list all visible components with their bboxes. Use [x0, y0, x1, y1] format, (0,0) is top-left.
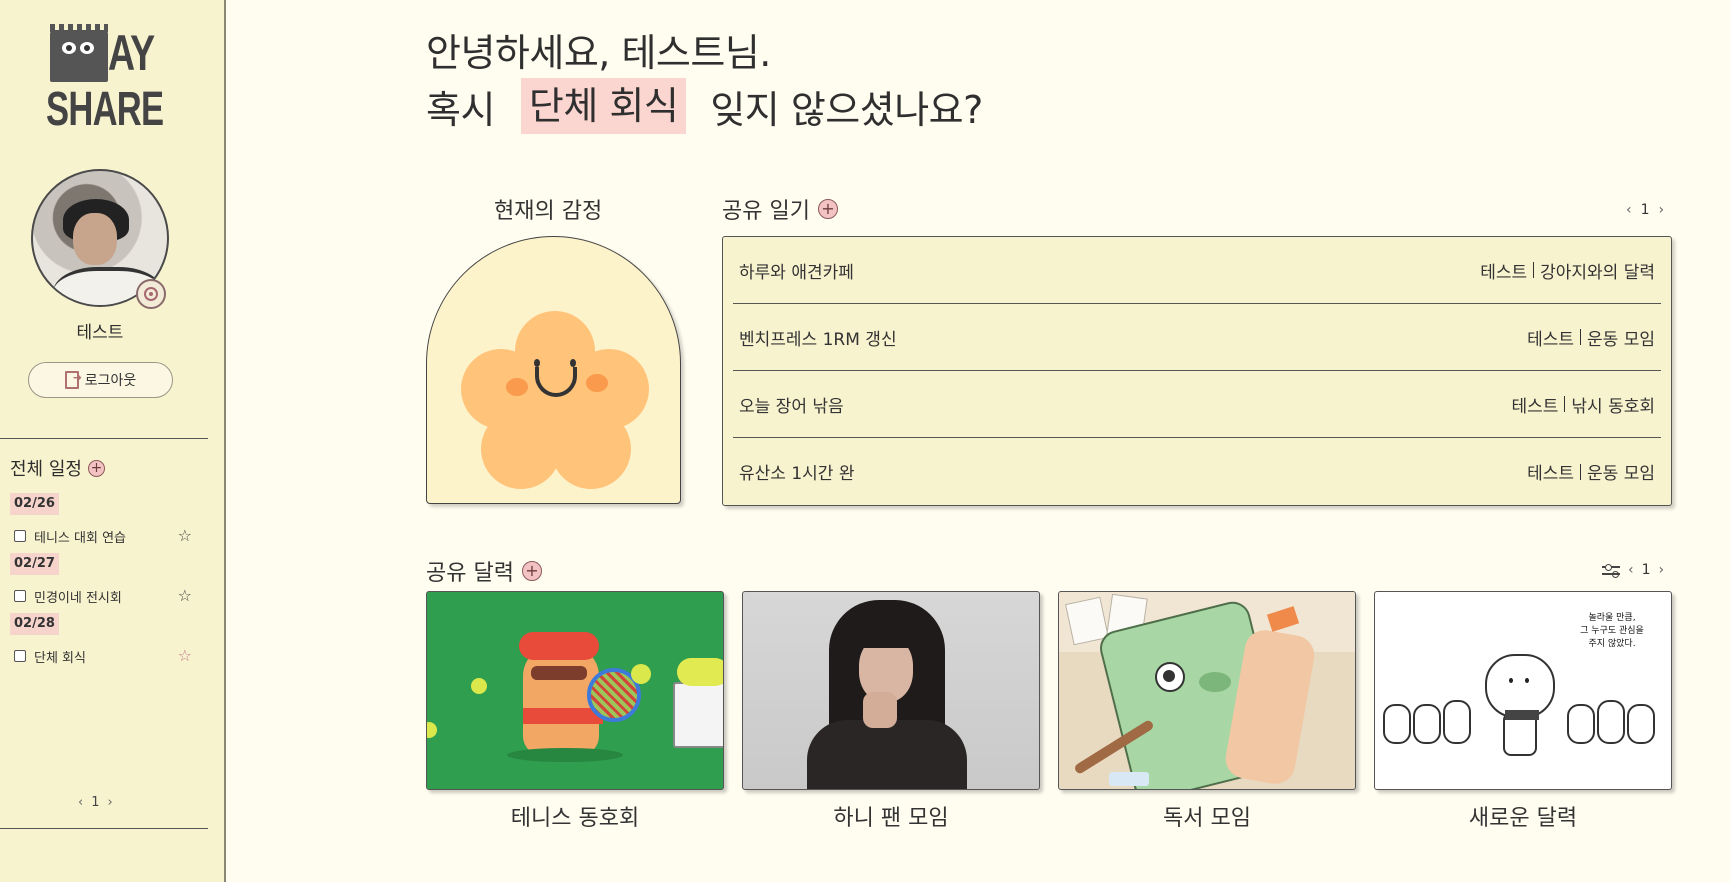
diary-page-number: 1 [1640, 202, 1650, 218]
username: 테스트 [76, 323, 124, 343]
sidebar-divider [0, 828, 208, 829]
diary-heading: 공유 일기 + [722, 193, 838, 225]
schedule-date: 02/27 [10, 553, 59, 575]
calendar-card-name[interactable]: 새로운 달력 [1374, 800, 1672, 832]
diary-meta: 테스트 낚시 동호회 [1511, 392, 1655, 417]
calendar-card-name[interactable]: 하니 팬 모임 [742, 800, 1040, 832]
cloud-character-illustration: 놀라울 만큼, 그 누구도 관심을 주지 않았다. [1375, 592, 1671, 789]
calendar-heading: 공유 달력 + [426, 555, 542, 587]
sidebar-divider [0, 438, 208, 439]
thumbnail-caption: 놀라울 만큼, 그 누구도 관심을 주지 않았다. [1580, 613, 1644, 649]
chevron-left-icon[interactable]: ‹ [1628, 562, 1634, 578]
diary-title-text: 유산소 1시간 완 [739, 464, 855, 484]
calendar-logo-icon [50, 24, 108, 82]
filter-icon[interactable] [1602, 563, 1620, 578]
diary-meta: 테스트 운동 모임 [1527, 325, 1655, 350]
schedule-date: 02/26 [10, 493, 59, 515]
schedule-item: 테니스 대회 연습 ☆ [14, 526, 194, 546]
profile-settings-button[interactable] [136, 279, 166, 309]
logout-label: 로그아웃 [84, 373, 137, 389]
diary-title-text: 하루와 애견카페 [739, 262, 854, 283]
diary-calendar: 운동 모임 [1587, 464, 1655, 484]
calendar-card-name[interactable]: 독서 모임 [1058, 800, 1356, 832]
diary-calendar: 운동 모임 [1587, 329, 1655, 350]
schedule-checkbox[interactable] [14, 530, 26, 542]
chevron-right-icon[interactable]: › [107, 795, 112, 810]
chevron-right-icon[interactable]: › [1659, 562, 1665, 578]
reminder-suffix: 잊지 않으셨나요? [710, 87, 983, 132]
diary-pagination: ‹ 1 › [1626, 202, 1664, 218]
schedule-checkbox[interactable] [14, 590, 26, 602]
logo-text-bottom: SHARE [46, 83, 164, 136]
diary-row[interactable]: 하루와 애견카페 테스트 강아지와의 달력 [733, 237, 1661, 304]
chevron-left-icon[interactable]: ‹ [78, 795, 83, 810]
schedule-item: 민경이네 전시회 ☆ [14, 586, 194, 606]
schedule-pagination: ‹ 1 › [78, 795, 113, 810]
schedule-heading: 전체 일정 + [10, 455, 105, 481]
diary-meta: 테스트 강아지와의 달력 [1480, 258, 1655, 283]
calendar-card[interactable] [426, 591, 724, 790]
diary-author: 테스트 [1527, 329, 1575, 350]
smiling-flower-icon [427, 237, 680, 503]
calendar-card[interactable] [742, 591, 1040, 790]
calendar-card[interactable]: 놀라울 만큼, 그 누구도 관심을 주지 않았다. [1374, 591, 1672, 790]
diary-list: 하루와 애견카페 테스트 강아지와의 달력 벤치프레스 1RM 갱신 테스트 운동 … [722, 236, 1672, 506]
diary-row[interactable]: 유산소 1시간 완 테스트 운동 모임 [733, 438, 1661, 505]
reminder-prefix: 혹시 [426, 87, 495, 132]
chevron-right-icon[interactable]: › [1659, 202, 1665, 218]
calendar-title: 공유 달력 [426, 561, 514, 586]
calendar-pagination: ‹ 1 › [1602, 562, 1664, 578]
add-calendar-icon[interactable]: + [521, 561, 542, 581]
diary-meta: 테스트 운동 모임 [1527, 459, 1655, 484]
star-icon[interactable]: ☆ [178, 586, 192, 606]
add-diary-icon[interactable]: + [817, 199, 838, 219]
app-logo[interactable]: AY SHARE [44, 20, 164, 138]
schedule-item: 단체 회식 ☆ [14, 646, 194, 666]
chevron-left-icon[interactable]: ‹ [1626, 202, 1632, 218]
schedule-item-title[interactable]: 테니스 대회 연습 [34, 527, 126, 546]
settings-icon [144, 287, 158, 301]
sidebar: AY SHARE 테스트 로그아웃 전체 일정 + 02/26 테니스 대회 연… [0, 0, 226, 882]
star-icon[interactable]: ☆ [178, 646, 192, 666]
logout-door-icon [64, 371, 82, 389]
schedule-date: 02/28 [10, 613, 59, 635]
reminder-line: 혹시 단체 회식 잊지 않으셨나요? [426, 78, 983, 134]
reading-character-illustration [1059, 592, 1355, 789]
diary-calendar: 낚시 동호회 [1571, 396, 1655, 417]
reminder-event[interactable]: 단체 회식 [520, 78, 687, 134]
schedule-page-number: 1 [91, 795, 100, 810]
diary-title-text: 벤치프레스 1RM 갱신 [739, 329, 897, 350]
logout-button[interactable]: 로그아웃 [28, 362, 173, 398]
diary-calendar: 강아지와의 달력 [1540, 262, 1655, 283]
calendar-page-number: 1 [1641, 562, 1651, 578]
emotion-card[interactable] [426, 236, 681, 504]
schedule-item-title[interactable]: 민경이네 전시회 [34, 587, 122, 606]
diary-author: 테스트 [1511, 396, 1559, 417]
greeting-line: 안녕하세요, 테스트님. [426, 31, 771, 75]
diary-author: 테스트 [1480, 262, 1528, 283]
add-schedule-icon[interactable]: + [87, 459, 105, 477]
diary-row[interactable]: 벤치프레스 1RM 갱신 테스트 운동 모임 [733, 304, 1661, 371]
diary-title: 공유 일기 [722, 199, 810, 224]
emotion-title: 현재의 감정 [494, 199, 603, 224]
calendar-card-name[interactable]: 테니스 동호회 [426, 800, 724, 832]
diary-row[interactable]: 오늘 장어 낚음 테스트 낚시 동호회 [733, 371, 1661, 438]
person-photo [743, 592, 1039, 789]
schedule-title: 전체 일정 [10, 459, 82, 480]
logo-text-top: AY [108, 25, 155, 81]
diary-author: 테스트 [1527, 464, 1575, 484]
tennis-character-illustration [427, 592, 723, 789]
schedule-checkbox[interactable] [14, 650, 26, 662]
star-icon[interactable]: ☆ [178, 526, 192, 546]
schedule-item-title[interactable]: 단체 회식 [34, 647, 86, 666]
diary-title-text: 오늘 장어 낚음 [739, 396, 844, 417]
calendar-card[interactable] [1058, 591, 1356, 790]
